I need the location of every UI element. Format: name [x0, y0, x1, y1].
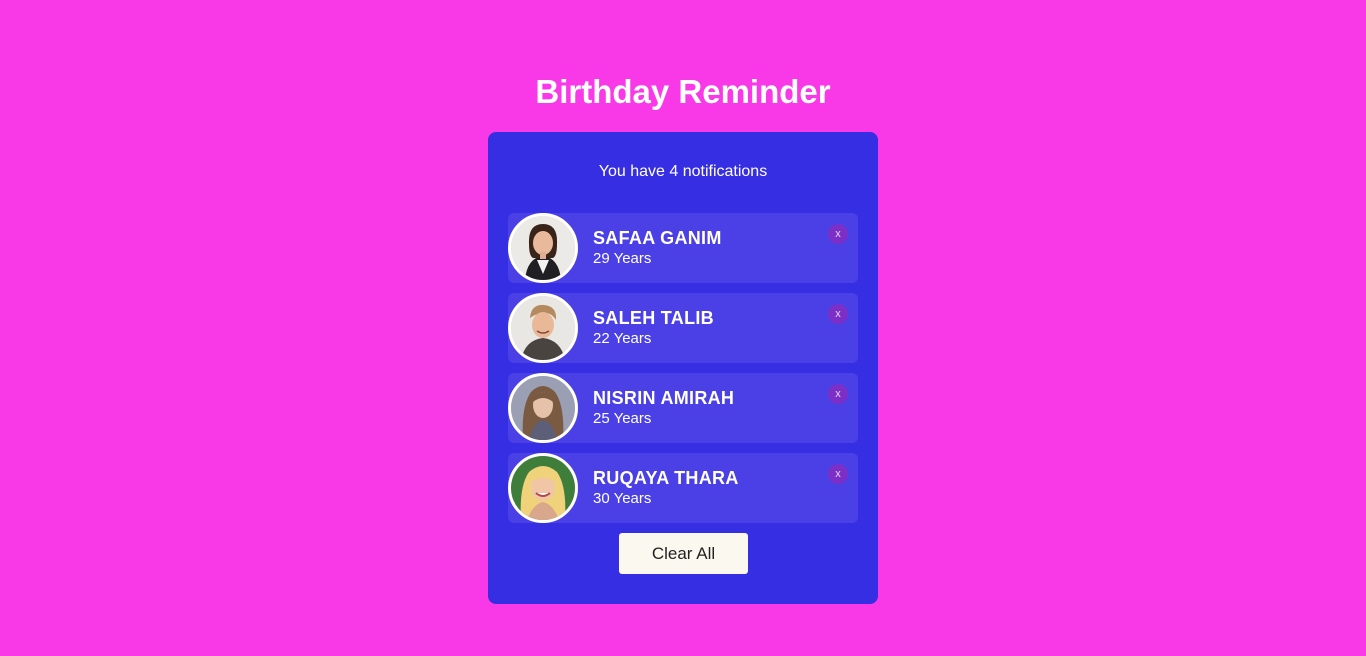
reminder-card: You have 4 notifications SAFAA GANIM 29 …	[488, 132, 878, 604]
list-item: RUQAYA THARA 30 Years x	[508, 453, 858, 523]
list-item: SAFAA GANIM 29 Years x	[508, 213, 858, 283]
birthday-list: SAFAA GANIM 29 Years x SALEH TALIB 22 Ye…	[508, 213, 858, 533]
person-name: NISRIN AMIRAH	[593, 388, 735, 408]
remove-button[interactable]: x	[828, 224, 848, 244]
avatar	[508, 213, 578, 283]
remove-button[interactable]: x	[828, 464, 848, 484]
person-age: 30 Years	[593, 490, 652, 507]
list-item: NISRIN AMIRAH 25 Years x	[508, 373, 858, 443]
person-name: RUQAYA THARA	[593, 468, 739, 488]
avatar	[508, 453, 578, 523]
notification-count: You have 4 notifications	[598, 163, 768, 180]
person-age: 22 Years	[593, 330, 652, 347]
clear-all-button[interactable]: Clear All	[619, 533, 748, 574]
person-name: SALEH TALIB	[593, 308, 714, 328]
remove-button[interactable]: x	[828, 304, 848, 324]
page-title: Birthday Reminder	[535, 73, 831, 110]
page: Birthday Reminder You have 4 notificatio…	[0, 0, 1366, 656]
avatar	[508, 373, 578, 443]
list-item: SALEH TALIB 22 Years x	[508, 293, 858, 363]
avatar	[508, 293, 578, 363]
person-age: 29 Years	[593, 250, 652, 267]
person-age: 25 Years	[593, 410, 652, 427]
person-name: SAFAA GANIM	[593, 228, 722, 248]
remove-button[interactable]: x	[828, 384, 848, 404]
